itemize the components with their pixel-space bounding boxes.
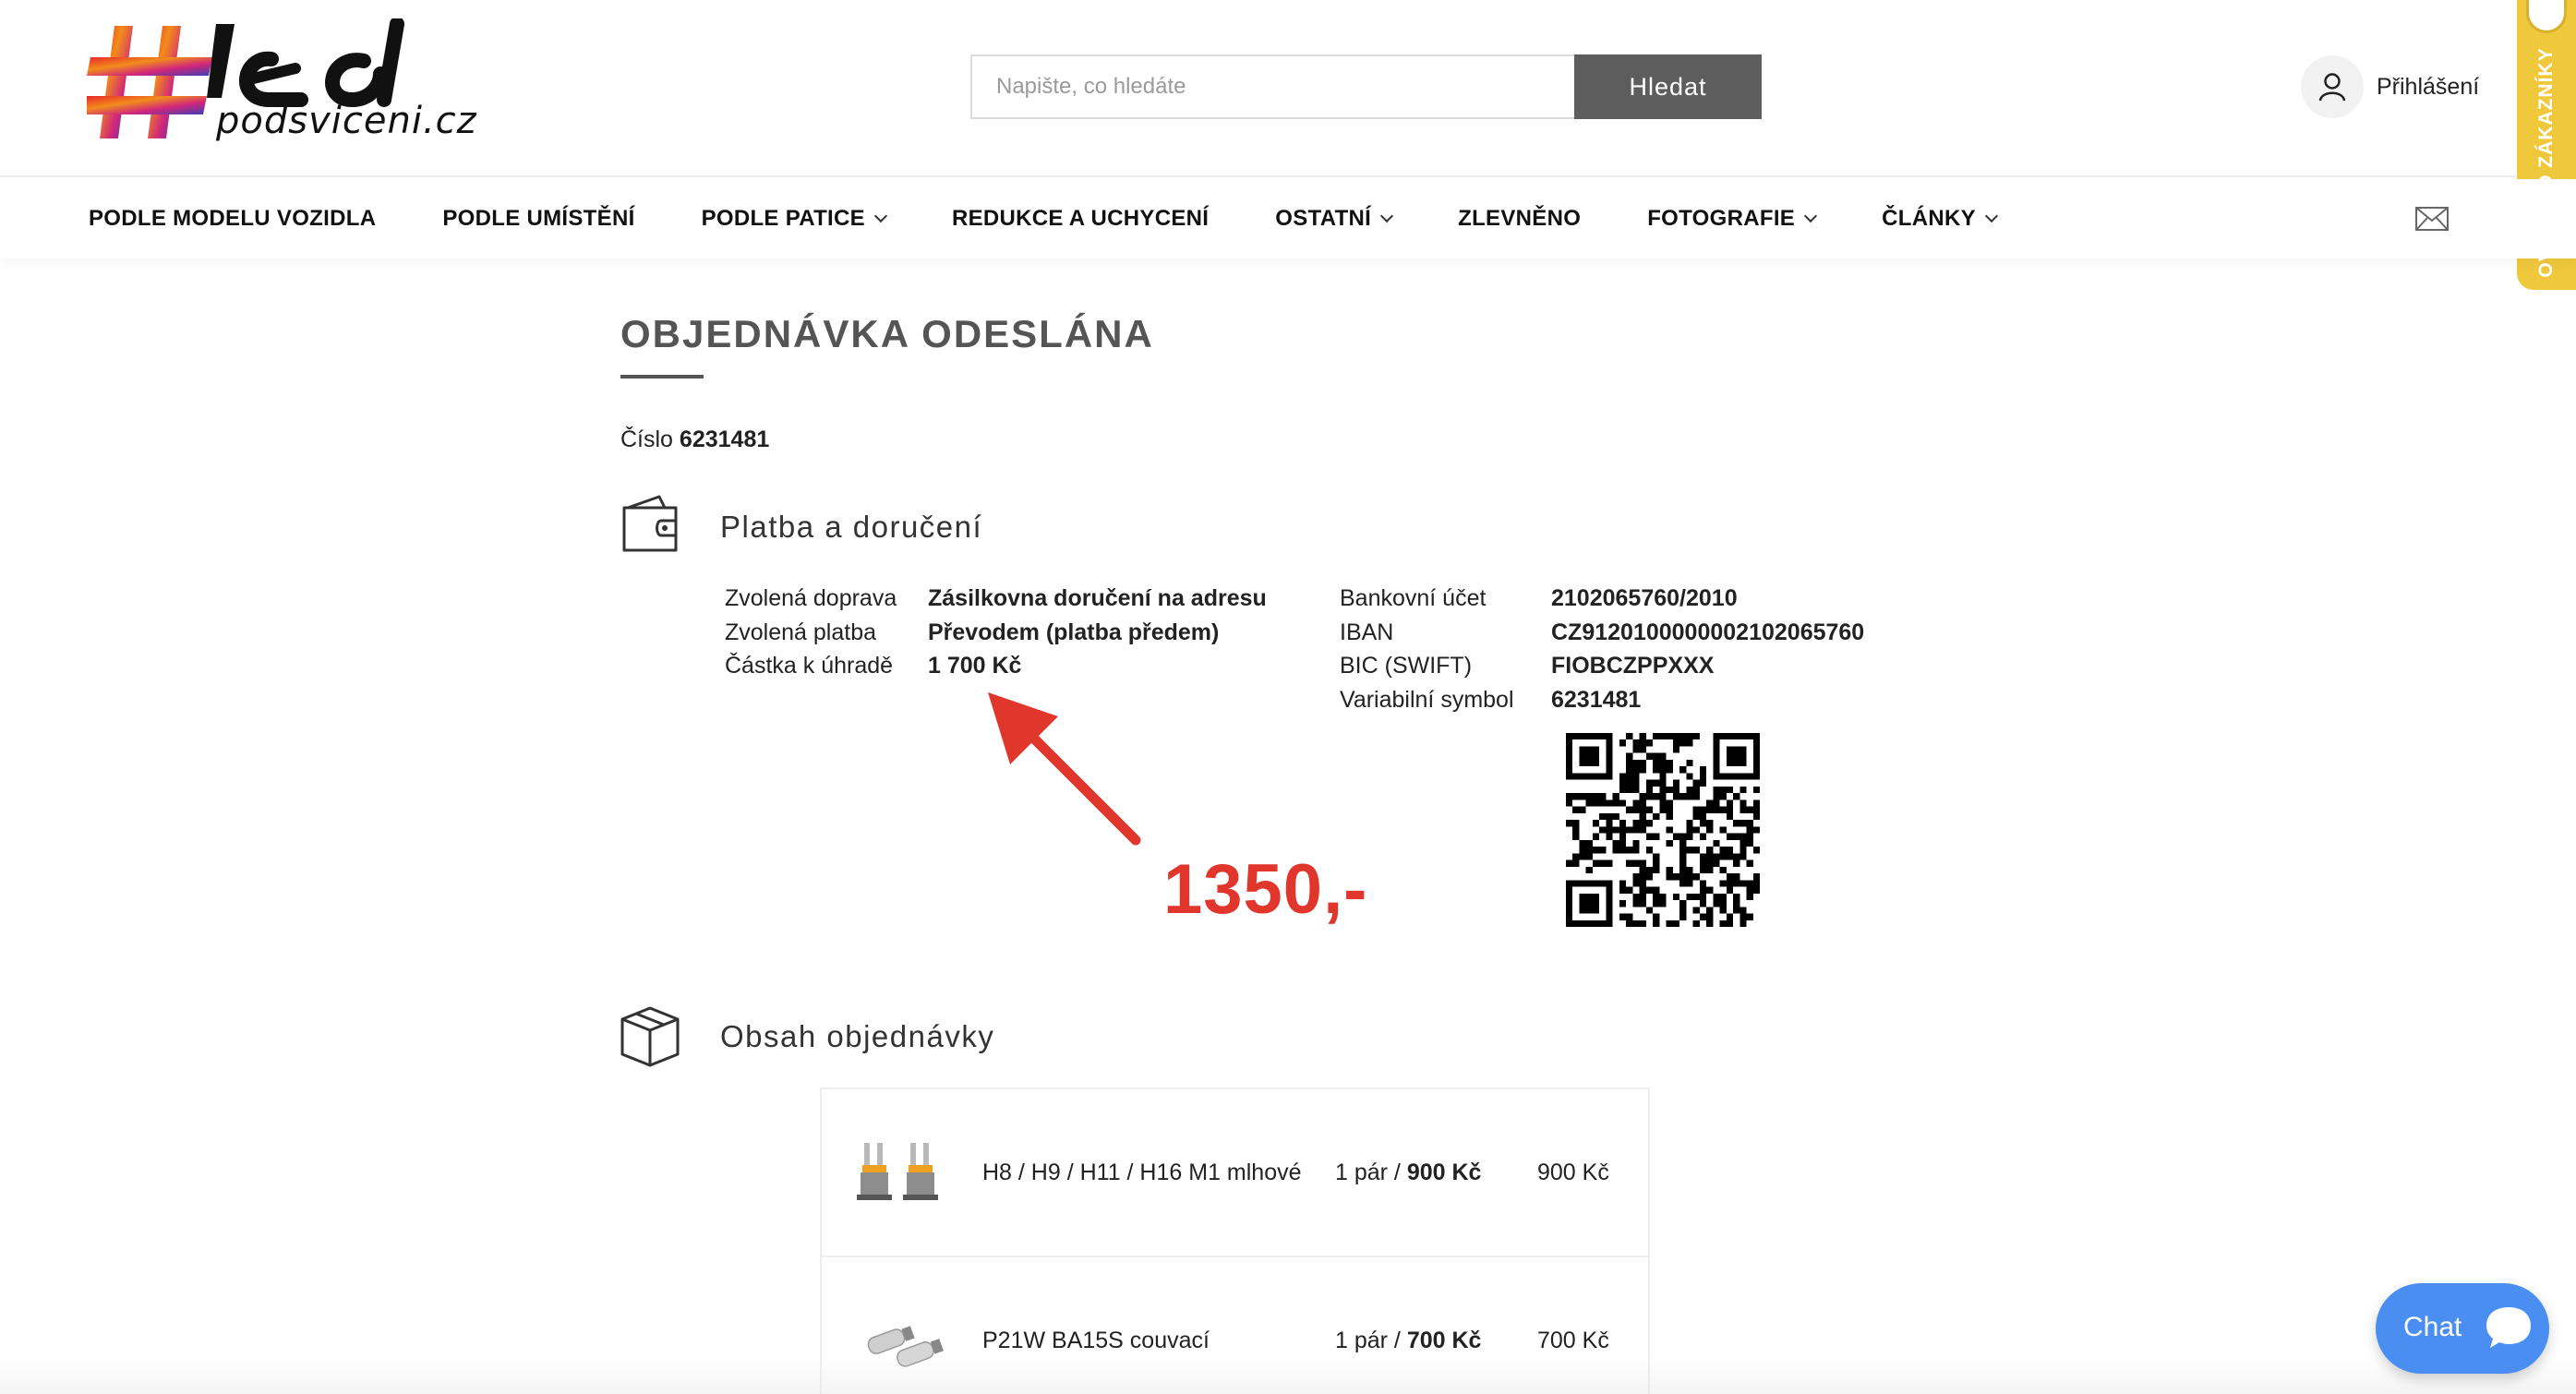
main-navigation: PODLE MODELU VOZIDLA PODLE UMÍSTĚNÍ PODL… bbox=[0, 179, 2576, 258]
chat-bubble-icon bbox=[2486, 1307, 2531, 1348]
nav-label: ZLEVNĚNO bbox=[1458, 206, 1582, 231]
item-total: 700 Kč bbox=[1537, 1328, 1609, 1353]
mail-icon[interactable] bbox=[2415, 207, 2449, 231]
nav-label: ČLÁNKY bbox=[1882, 206, 1976, 231]
item-qty-text: 1 pár / bbox=[1335, 1328, 1407, 1353]
site-logo[interactable]: podsviceni.cz bbox=[87, 17, 484, 157]
chevron-down-icon bbox=[1984, 209, 1998, 223]
iban-value: CZ9120100000002102065760 bbox=[1551, 619, 1865, 645]
search-bar: Hledat bbox=[970, 54, 1762, 119]
bank-account-value: 2102065760/2010 bbox=[1551, 585, 1738, 611]
payment-qr-code bbox=[1566, 733, 1760, 927]
logo-domain: podsviceni.cz bbox=[216, 100, 477, 142]
nav-label: OSTATNÍ bbox=[1275, 206, 1372, 231]
bank-labels: Bankovní účet IBAN BIC (SWIFT) Variabiln… bbox=[1340, 582, 1514, 716]
bank-values: 2102065760/2010 CZ9120100000002102065760… bbox=[1551, 582, 1864, 716]
chat-label: Chat bbox=[2403, 1312, 2462, 1342]
site-header: podsviceni.cz Hledat Přihlášení OVĚŘENO … bbox=[0, 0, 2576, 290]
nav-label: FOTOGRAFIE bbox=[1647, 206, 1796, 231]
amount-value: 1 700 Kč bbox=[928, 653, 1022, 679]
bank-account-label: Bankovní účet bbox=[1340, 585, 1487, 611]
wallet-icon bbox=[622, 495, 678, 552]
search-button[interactable]: Hledat bbox=[1574, 54, 1762, 119]
item-quantity: 1 pár / 900 Kč bbox=[1335, 1160, 1481, 1186]
page-title: OBJEDNÁVKA ODESLÁNA bbox=[620, 312, 1154, 355]
order-items-list: H8 / H9 / H11 / H16 M1 mlhové 1 pár / 90… bbox=[820, 1088, 1650, 1394]
iban-label: IBAN bbox=[1340, 619, 1394, 645]
chevron-down-icon bbox=[1380, 209, 1394, 223]
login-link[interactable]: Přihlášení bbox=[2301, 55, 2479, 118]
title-underline bbox=[620, 375, 704, 379]
item-unit-price: 700 Kč bbox=[1406, 1328, 1482, 1353]
order-number: Číslo 6231481 bbox=[620, 427, 769, 453]
nav-item-placement[interactable]: PODLE UMÍSTĚNÍ bbox=[442, 206, 634, 232]
shipping-value: Zásilkovna doručení na adresu bbox=[928, 585, 1267, 611]
item-name: P21W BA15S couvací bbox=[982, 1328, 1210, 1353]
nav-label: REDUKCE A UCHYCENÍ bbox=[951, 206, 1210, 231]
nav-item-photos[interactable]: FOTOGRAFIE bbox=[1647, 206, 1818, 232]
led-bulb-pair-image bbox=[857, 1143, 938, 1200]
item-name: H8 / H9 / H11 / H16 M1 mlhové bbox=[982, 1160, 1302, 1185]
nav-item-model[interactable]: PODLE MODELU VOZIDLA bbox=[89, 206, 376, 232]
search-input[interactable] bbox=[970, 54, 1574, 119]
nav-item-adapters[interactable]: REDUKCE A UCHYCENÍ bbox=[952, 206, 1209, 232]
item-total: 900 Kč bbox=[1537, 1160, 1609, 1185]
nav-label: PODLE MODELU VOZIDLA bbox=[89, 206, 377, 231]
payment-values: Zásilkovna doručení na adresu Převodem (… bbox=[928, 582, 1267, 683]
item-quantity: 1 pár / 700 Kč bbox=[1335, 1328, 1481, 1354]
amount-label: Částka k úhradě bbox=[725, 653, 894, 679]
nav-item-socket[interactable]: PODLE PATICE bbox=[701, 206, 888, 232]
bottom-fade bbox=[0, 1357, 2576, 1394]
nav-item-articles[interactable]: ČLÁNKY bbox=[1882, 206, 1998, 232]
variable-symbol-value: 6231481 bbox=[1551, 686, 1642, 713]
login-label: Přihlášení bbox=[2377, 73, 2480, 100]
payment-method-value: Převodem (platba předem) bbox=[928, 619, 1220, 645]
chat-button[interactable]: Chat bbox=[2376, 1283, 2549, 1374]
payment-method-label: Zvolená platba bbox=[725, 619, 877, 645]
chevron-down-icon bbox=[873, 209, 888, 223]
order-number-label: Číslo bbox=[620, 427, 673, 452]
shipping-label: Zvolená doprava bbox=[725, 585, 897, 611]
chevron-down-icon bbox=[1804, 209, 1818, 223]
order-item[interactable]: H8 / H9 / H11 / H16 M1 mlhové 1 pár / 90… bbox=[822, 1089, 1648, 1256]
seal-icon bbox=[2526, 0, 2567, 33]
bic-value: FIOBCZPPXXX bbox=[1551, 653, 1715, 679]
package-icon bbox=[620, 1006, 680, 1067]
payment-labels: Zvolená doprava Zvolená platba Částka k … bbox=[725, 582, 897, 683]
price-annotation: 1350,- bbox=[1163, 850, 1368, 929]
nav-item-sale[interactable]: ZLEVNĚNO bbox=[1458, 206, 1581, 232]
order-contents-title: Obsah objednávky bbox=[720, 1019, 995, 1053]
nav-label: PODLE UMÍSTĚNÍ bbox=[442, 206, 635, 231]
order-number-value: 6231481 bbox=[679, 427, 770, 452]
payment-section-title: Platba a doručení bbox=[720, 510, 983, 544]
nav-item-other[interactable]: OSTATNÍ bbox=[1275, 206, 1394, 232]
user-icon bbox=[2301, 55, 2364, 118]
item-qty-text: 1 pár / bbox=[1335, 1160, 1407, 1185]
item-unit-price: 900 Kč bbox=[1406, 1160, 1482, 1185]
variable-symbol-label: Variabilní symbol bbox=[1340, 686, 1514, 713]
nav-label: PODLE PATICE bbox=[701, 206, 865, 231]
bic-label: BIC (SWIFT) bbox=[1340, 653, 1473, 679]
annotation-arrow-icon bbox=[988, 692, 1141, 846]
